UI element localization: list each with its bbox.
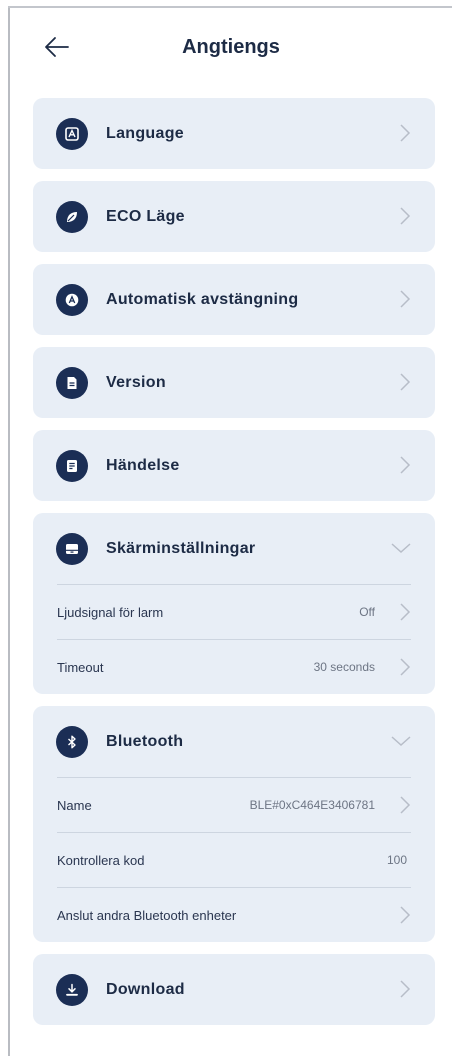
auto-off-row[interactable]: Automatisk avstängning xyxy=(33,264,435,335)
version-card: Version xyxy=(33,347,435,418)
chevron-right-icon xyxy=(400,603,411,621)
chevron-right-icon xyxy=(400,796,411,814)
settings-list: Language ECO Läge Automatisk avstängning xyxy=(33,98,435,1037)
chevron-down-icon xyxy=(391,736,411,747)
screen-settings-card: Skärminställningar Ljudsignal för larm O… xyxy=(33,513,435,694)
chevron-right-icon xyxy=(400,980,411,998)
language-icon xyxy=(56,117,88,150)
bluetooth-card: Bluetooth Name BLE#0xC464E3406781 Kontro… xyxy=(33,706,435,942)
download-row[interactable]: Download xyxy=(33,954,435,1025)
alarm-sound-row[interactable]: Ljudsignal för larm Off xyxy=(57,584,411,639)
eco-mode-label: ECO Läge xyxy=(106,207,185,225)
leaf-icon xyxy=(56,200,88,233)
monitor-icon xyxy=(56,532,88,565)
chevron-right-icon xyxy=(400,906,411,924)
alarm-sound-label: Ljudsignal för larm xyxy=(57,604,164,620)
window-left-border xyxy=(8,8,10,1056)
timeout-value: 30 seconds xyxy=(313,660,375,674)
bluetooth-header[interactable]: Bluetooth xyxy=(33,706,435,777)
bluetooth-name-row[interactable]: Name BLE#0xC464E3406781 xyxy=(57,777,411,832)
chevron-right-icon xyxy=(400,456,411,474)
screen-settings-label: Skärminställningar xyxy=(106,539,256,557)
bluetooth-label: Bluetooth xyxy=(106,732,184,750)
chevron-right-icon xyxy=(400,124,411,142)
event-card: Händelse xyxy=(33,430,435,501)
language-row[interactable]: Language xyxy=(33,98,435,169)
chevron-right-icon xyxy=(400,290,411,308)
alarm-sound-value: Off xyxy=(359,605,375,619)
eco-card: ECO Läge xyxy=(33,181,435,252)
connect-other-devices-label: Anslut andra Bluetooth enheter xyxy=(57,907,237,923)
eco-mode-row[interactable]: ECO Läge xyxy=(33,181,435,252)
check-code-value: 100 xyxy=(386,853,407,867)
chevron-right-icon xyxy=(400,658,411,676)
auto-off-card: Automatisk avstängning xyxy=(33,264,435,335)
document-icon xyxy=(56,366,88,399)
screen-settings-header[interactable]: Skärminställningar xyxy=(33,513,435,584)
bluetooth-icon xyxy=(56,725,88,758)
check-code-row: Kontrollera kod 100 xyxy=(57,832,411,887)
chevron-down-icon xyxy=(391,543,411,554)
version-row[interactable]: Version xyxy=(33,347,435,418)
chevron-right-icon xyxy=(400,207,411,225)
page-title: Angtiengs xyxy=(182,36,280,58)
language-label: Language xyxy=(106,124,184,142)
event-label: Händelse xyxy=(106,456,180,474)
bluetooth-name-label: Name xyxy=(57,797,92,813)
timeout-row[interactable]: Timeout 30 seconds xyxy=(57,639,411,694)
event-icon xyxy=(56,449,88,482)
header: Angtiengs xyxy=(10,8,452,78)
language-card: Language xyxy=(33,98,435,169)
download-icon xyxy=(56,973,88,1006)
check-code-label: Kontrollera kod xyxy=(57,852,145,868)
timeout-label: Timeout xyxy=(57,659,104,675)
connect-other-devices-row[interactable]: Anslut andra Bluetooth enheter xyxy=(57,887,411,942)
auto-off-icon xyxy=(56,283,88,316)
version-label: Version xyxy=(106,373,166,391)
event-row[interactable]: Händelse xyxy=(33,430,435,501)
bluetooth-name-value: BLE#0xC464E3406781 xyxy=(249,798,375,812)
download-label: Download xyxy=(106,980,185,998)
auto-off-label: Automatisk avstängning xyxy=(106,290,299,308)
download-card: Download xyxy=(33,954,435,1025)
chevron-right-icon xyxy=(400,373,411,391)
